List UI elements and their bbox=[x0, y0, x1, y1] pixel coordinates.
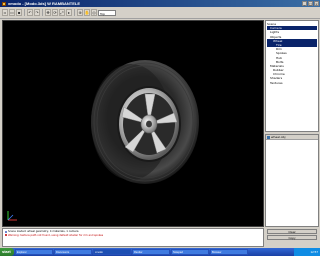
hub-cap bbox=[146, 120, 152, 128]
right-panel: Scene Camera Lights Objects Wheel Tire Rim Spok… bbox=[265, 20, 319, 227]
minimize-button[interactable]: _ bbox=[302, 1, 307, 6]
copy-button[interactable]: Copy bbox=[267, 235, 317, 240]
save-button[interactable]: ▪ bbox=[16, 9, 22, 16]
taskbar-item[interactable]: Notepad bbox=[171, 249, 209, 255]
close-button[interactable]: × bbox=[314, 1, 319, 6]
open-button[interactable]: ▭ bbox=[9, 9, 15, 16]
3d-viewport[interactable] bbox=[2, 20, 264, 227]
error-icon bbox=[5, 234, 7, 237]
scene-tree[interactable]: Scene Camera Lights Objects Wheel Tire Rim Spok… bbox=[265, 20, 319, 132]
scale-button[interactable]: ⤢ bbox=[59, 9, 65, 16]
taskbar-item[interactable]: Render bbox=[132, 249, 170, 255]
wheel-render bbox=[91, 60, 199, 184]
toolbar: ▫ ▭ ▪ ↶ ↷ ✥ ⟳ ⤢ ▸ ⊕ ✋ ◎ Top bbox=[0, 7, 320, 19]
app-icon bbox=[2, 1, 6, 6]
info-icon bbox=[5, 230, 7, 233]
toolbar-separator bbox=[24, 9, 25, 16]
console-line: Warning: texture path not found, using d… bbox=[5, 234, 261, 238]
clear-button[interactable]: Clear bbox=[267, 229, 317, 234]
window-controls: _ □ × bbox=[302, 1, 319, 6]
select-button[interactable]: ▸ bbox=[66, 9, 72, 16]
wheel[interactable] bbox=[91, 60, 199, 184]
taskbar-item[interactable]: Browser bbox=[210, 249, 248, 255]
properties-panel: wheel.obj bbox=[265, 134, 319, 227]
tree-item[interactable]: Textures bbox=[267, 81, 317, 85]
window-title: xmodo - [Modo.3ds] W RAMBANTELE bbox=[8, 1, 80, 6]
toolbar-separator bbox=[42, 9, 43, 16]
taskbar: start Explorer Documents xmodo Render Notepa… bbox=[0, 248, 320, 256]
orbit-button[interactable]: ◎ bbox=[91, 9, 97, 16]
axis-gizmo bbox=[7, 211, 17, 221]
maximize-button[interactable]: □ bbox=[308, 1, 313, 6]
taskbar-item[interactable]: xmodo bbox=[93, 249, 131, 255]
rotate-button[interactable]: ⟳ bbox=[52, 9, 58, 16]
system-tray-clock[interactable]: 12:57 bbox=[294, 248, 320, 256]
title-bar: xmodo - [Modo.3ds] W RAMBANTELE _ □ × bbox=[0, 0, 320, 7]
properties-title: wheel.obj bbox=[271, 134, 286, 139]
zoom-button[interactable]: ⊕ bbox=[77, 9, 83, 16]
console-output: Scene loaded: wheel geometry, 4 material… bbox=[2, 228, 264, 247]
taskbar-item[interactable]: Documents bbox=[54, 249, 92, 255]
object-icon bbox=[267, 135, 270, 139]
move-button[interactable]: ✥ bbox=[45, 9, 51, 16]
taskbar-item[interactable]: Explorer bbox=[15, 249, 53, 255]
view-select[interactable]: Top bbox=[98, 9, 116, 16]
undo-button[interactable]: ↶ bbox=[27, 9, 33, 16]
new-button[interactable]: ▫ bbox=[2, 9, 8, 16]
pan-button[interactable]: ✋ bbox=[84, 9, 90, 16]
console-buttons: Clear Copy bbox=[265, 228, 319, 247]
toolbar-separator bbox=[74, 9, 75, 16]
properties-header: wheel.obj bbox=[266, 135, 318, 140]
redo-button[interactable]: ↷ bbox=[34, 9, 40, 16]
start-button[interactable]: start bbox=[0, 248, 14, 256]
console-line-text: Warning: texture path not found, using d… bbox=[8, 233, 104, 237]
